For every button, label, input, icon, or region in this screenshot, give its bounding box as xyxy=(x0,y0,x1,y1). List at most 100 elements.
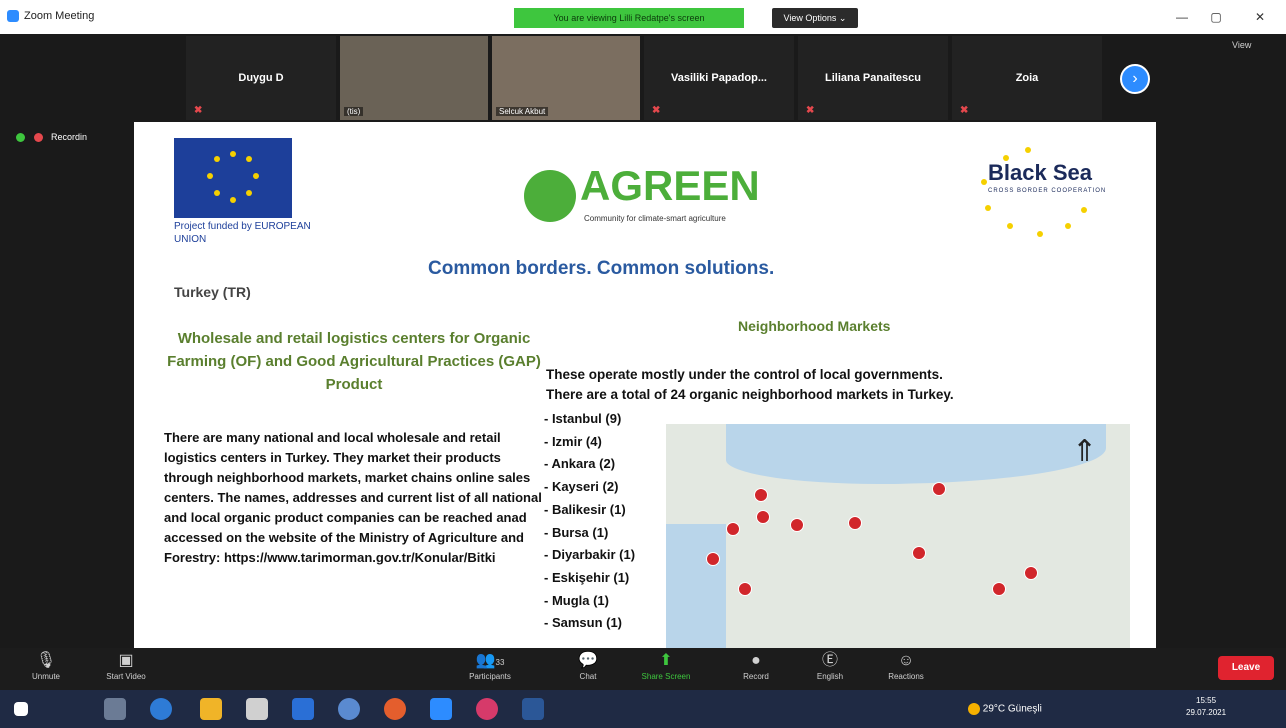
chrome-icon[interactable] xyxy=(384,698,406,720)
maximize-button[interactable]: ▢ xyxy=(1206,10,1226,24)
english-label: English xyxy=(816,672,844,681)
map-pin xyxy=(912,546,926,560)
aegean-water xyxy=(666,524,726,648)
eu-caption: Project funded by EUROPEAN UNION xyxy=(174,221,311,245)
participant-name: Duygu D xyxy=(238,72,284,84)
slogan: Common borders. Common solutions. xyxy=(428,258,775,279)
participant-tile[interactable]: Liliana Panaitescu ✖ xyxy=(798,36,948,120)
share-screen-button[interactable]: ⬆ Share Screen xyxy=(636,650,696,681)
clock[interactable]: 15:55 29.07.2021 xyxy=(1186,695,1226,719)
black-sea-sub: CROSS BORDER COOPERATION xyxy=(988,188,1107,194)
left-body: There are many national and local wholes… xyxy=(164,430,542,565)
unmute-button[interactable]: 🎙 Unmute xyxy=(16,650,76,681)
city-item: - Mugla (1) xyxy=(544,592,609,608)
language-icon: Ⓔ xyxy=(821,652,838,669)
reactions-label: Reactions xyxy=(888,672,924,681)
map-pin xyxy=(754,488,768,502)
participant-name: Liliana Panaitescu xyxy=(825,72,921,84)
start-video-button[interactable]: ▣ Start Video xyxy=(96,650,156,681)
word-icon[interactable] xyxy=(522,698,544,720)
view-button[interactable]: View xyxy=(1232,40,1251,50)
record-button[interactable]: ● Record xyxy=(726,650,786,681)
city-item: - Eskişehir (1) xyxy=(544,569,630,585)
minimize-button[interactable]: — xyxy=(1172,10,1192,24)
participants-count: 33 xyxy=(495,658,505,667)
app-icon[interactable] xyxy=(338,698,360,720)
city-item: - Izmir (4) xyxy=(544,433,602,449)
app-icon[interactable] xyxy=(476,698,498,720)
mic-muted-icon: ✖ xyxy=(652,105,661,116)
window-title: Zoom Meeting xyxy=(24,10,95,22)
view-options-button[interactable]: View Options ⌄ xyxy=(772,8,858,28)
store-icon[interactable] xyxy=(246,698,268,720)
map-pin xyxy=(738,582,752,596)
security-icon xyxy=(16,133,25,143)
close-button[interactable]: ✕ xyxy=(1250,10,1270,24)
right-line-1: These operate mostly under the control o… xyxy=(546,367,943,382)
record-icon: ● xyxy=(751,652,761,669)
left-heading: Wholesale and retail logistics centers f… xyxy=(167,330,541,393)
recording-label: Recordin xyxy=(51,132,88,142)
right-body: These operate mostly under the control o… xyxy=(546,365,1146,405)
black-sea-logo: Black Sea CROSS BORDER COOPERATION xyxy=(966,142,1126,246)
mic-muted-icon: ✖ xyxy=(194,105,203,116)
chat-label: Chat xyxy=(579,672,597,681)
chat-icon: 💬 xyxy=(578,652,598,669)
participant-name: (tis) xyxy=(344,107,364,116)
windows-taskbar: 29°C Güneşli 15:55 29.07.2021 xyxy=(0,690,1286,728)
share-screen-label: Share Screen xyxy=(641,672,691,681)
turkey-map: ⇑ xyxy=(666,424,1130,648)
leave-button[interactable]: Leave xyxy=(1218,656,1274,680)
city-item: - Samsun (1) xyxy=(544,615,623,631)
city-item: - Diyarbakir (1) xyxy=(544,547,636,563)
participants-icon: 👥33 xyxy=(475,652,505,669)
video-off-icon: ▣ xyxy=(118,652,134,669)
map-pin xyxy=(932,482,946,496)
city-item: - Balikesir (1) xyxy=(544,501,626,517)
zoom-logo-icon[interactable] xyxy=(430,698,452,720)
participant-tile[interactable]: Zoia ✖ xyxy=(952,36,1102,120)
weather-status[interactable]: 29°C Güneşli xyxy=(968,703,1042,715)
edge-icon[interactable] xyxy=(150,698,172,720)
language-button[interactable]: Ⓔ English xyxy=(800,650,860,681)
participant-name: Vasiliki Papadop... xyxy=(671,72,767,84)
map-pin xyxy=(992,582,1006,596)
right-line-2: There are a total of 24 organic neighbor… xyxy=(546,387,954,402)
city-item: - Bursa (1) xyxy=(544,524,609,540)
map-pin xyxy=(726,522,740,536)
chat-button[interactable]: 💬 Chat xyxy=(558,650,618,681)
leaf-icon xyxy=(524,170,576,222)
reactions-button[interactable]: ☺ Reactions xyxy=(876,650,936,681)
participants-button[interactable]: 👥33 Participants xyxy=(460,650,520,681)
participant-tile[interactable]: Selcuk Akbut xyxy=(492,36,640,120)
record-dot-icon xyxy=(33,133,43,143)
windows-start-icon[interactable] xyxy=(14,702,28,716)
participant-tile[interactable]: Vasiliki Papadop... ✖ xyxy=(644,36,794,120)
city-item: - Istanbul (9) xyxy=(544,411,622,426)
clock-time: 15:55 xyxy=(1196,696,1217,705)
unmute-label: Unmute xyxy=(31,672,60,681)
black-sea-water xyxy=(726,424,1106,484)
explorer-icon[interactable] xyxy=(200,698,222,720)
mic-muted-icon: ✖ xyxy=(960,105,969,116)
map-pin xyxy=(790,518,804,532)
screen-share-banner: You are viewing Lilli Redatpe's screen xyxy=(514,8,744,28)
zoom-logo-icon xyxy=(7,10,19,22)
participant-tile[interactable]: Duygu D ✖ xyxy=(186,36,336,120)
participant-tile[interactable]: (tis) xyxy=(340,36,488,120)
camera-app-icon[interactable] xyxy=(104,698,126,720)
start-video-label: Start Video xyxy=(106,672,146,681)
mic-muted-icon: ✖ xyxy=(806,105,815,116)
city-list: - Istanbul (9) - Izmir (4) - Ankara (2) … xyxy=(544,408,635,635)
participant-name: Zoia xyxy=(1015,72,1039,84)
next-page-icon[interactable]: › xyxy=(1120,64,1150,94)
meeting-controls: 🎙 Unmute ▣ Start Video 👥33 Participants … xyxy=(0,648,1286,690)
eu-flag-logo xyxy=(174,138,292,218)
mail-icon[interactable] xyxy=(292,698,314,720)
reactions-icon: ☺ xyxy=(897,652,915,669)
participant-name: Selcuk Akbut xyxy=(496,107,549,116)
clock-date: 29.07.2021 xyxy=(1186,708,1227,717)
participants-label: Participants xyxy=(469,672,511,681)
sun-icon xyxy=(968,703,980,715)
share-screen-icon: ⬆ xyxy=(659,652,673,669)
